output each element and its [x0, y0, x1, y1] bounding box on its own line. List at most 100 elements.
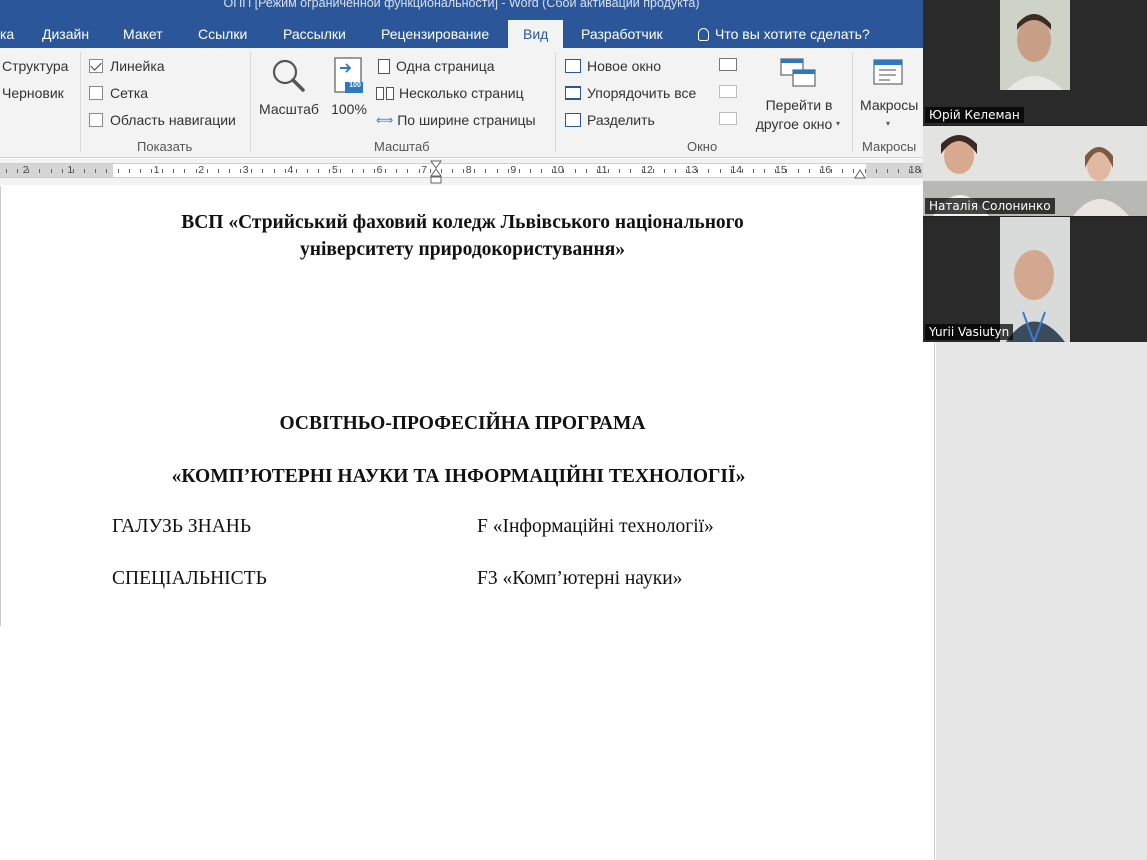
draft-view-button[interactable]: Черновик	[2, 83, 64, 103]
document-page[interactable]: ВСП «Стрийський фаховий коледж Львівсько…	[0, 186, 935, 860]
ruler-tick	[697, 169, 698, 173]
one-page-button[interactable]: Одна страница	[378, 56, 495, 76]
ruler-tick	[508, 169, 509, 173]
ruler-tick	[51, 169, 52, 173]
multiple-pages-label: Несколько страниц	[399, 85, 524, 101]
tab-mailings[interactable]: Рассылки	[283, 20, 346, 48]
ruler-tick	[831, 169, 832, 173]
arrange-all-label: Упорядочить все	[587, 85, 697, 101]
ruler-tick	[307, 169, 308, 173]
ruler-checkbox[interactable]: Линейка	[89, 56, 165, 76]
checkbox-checked-icon	[89, 59, 103, 73]
ruler-number: 16	[819, 164, 832, 176]
zoom-button-label: Масштаб	[259, 101, 319, 117]
reset-window-icon[interactable]	[719, 112, 737, 125]
macros-button[interactable]: Макросы ▾	[856, 52, 923, 134]
ruler-tick	[318, 169, 319, 173]
group-divider	[250, 52, 251, 152]
ruler-number: 6	[376, 164, 383, 176]
ruler-tick	[229, 169, 230, 173]
ruler-tick	[162, 169, 163, 173]
ruler-tick	[240, 169, 241, 173]
ruler-tick	[84, 169, 85, 173]
ruler-number: 10	[552, 164, 564, 176]
indent-marker-icon[interactable]	[430, 159, 442, 185]
ruler-tick	[887, 169, 888, 173]
word-title-bar: ОПП [Режим ограниченной функциональности…	[0, 0, 923, 48]
page-width-button[interactable]: ⟺ По ширине страницы	[376, 110, 536, 130]
one-page-icon	[378, 58, 390, 74]
horizontal-ruler[interactable]: 2 1 1 2 3 4 5 6 7 8 9 10 11 12 13 14 15 16 18	[0, 159, 923, 185]
ruler-tick	[876, 169, 877, 173]
one-page-label: Одна страница	[396, 58, 495, 74]
ruler-tick	[329, 169, 330, 173]
ruler-number: 3	[242, 164, 249, 176]
header-line-1: ВСП «Стрийський фаховий коледж Львівсько…	[181, 212, 744, 233]
tab-developer[interactable]: Разработчик	[581, 20, 663, 48]
group-divider	[80, 52, 81, 152]
ruler-tick	[106, 169, 107, 173]
split-button[interactable]: Разделить	[565, 110, 655, 130]
arrange-all-icon	[565, 86, 581, 100]
tab-review[interactable]: Рецензирование	[381, 20, 489, 48]
ruler-tick	[251, 169, 252, 173]
ruler-tick	[118, 169, 119, 173]
ruler-tick	[207, 169, 208, 173]
ruler-tick	[552, 169, 553, 173]
outline-view-button[interactable]: Структура	[2, 56, 68, 76]
program-name: «КОМП’ЮТЕРНІ НАУКИ ТА ІНФОРМАЦІЙНІ ТЕХНО…	[171, 466, 746, 487]
new-window-button[interactable]: Новое окно	[565, 56, 661, 76]
ruler-tick	[575, 169, 576, 173]
participant-tile[interactable]: Наталія Солонинко	[923, 126, 1147, 216]
sync-scroll-icon[interactable]	[719, 85, 737, 98]
specialty-label: СПЕЦІАЛЬНІСТЬ	[112, 568, 267, 589]
ruler-strip: 2 1 1 2 3 4 5 6 7 8 9 10 11 12 13 14 15 16 18	[0, 163, 923, 178]
ruler-tick	[653, 169, 654, 173]
group-divider	[555, 52, 556, 152]
grid-checkbox[interactable]: Сетка	[89, 83, 148, 103]
ruler-tick	[898, 169, 899, 173]
ruler-number: 15	[775, 164, 787, 176]
ruler-tick	[262, 169, 263, 173]
field-label: ГАЛУЗЬ ЗНАНЬ	[112, 516, 252, 537]
ruler-tick	[742, 169, 743, 173]
arrange-all-button[interactable]: Упорядочить все	[565, 83, 696, 103]
tell-me-box[interactable]: Что вы хотите сделать?	[698, 20, 870, 48]
ruler-tick	[731, 169, 732, 173]
ruler-number: 8	[465, 164, 472, 176]
multiple-pages-icon	[376, 86, 394, 100]
grid-checkbox-label: Сетка	[110, 85, 149, 101]
zoom-100-button[interactable]: 100 100%	[328, 52, 370, 132]
zoom-button[interactable]: Масштаб	[256, 52, 322, 132]
ruler-tick	[586, 169, 587, 173]
tab-view[interactable]: Вид	[508, 20, 564, 48]
checkbox-icon	[89, 86, 103, 100]
field-value: F «Інформаційні технології»	[477, 516, 714, 537]
checkbox-icon	[89, 113, 103, 127]
ruler-tick	[597, 169, 598, 173]
page-width-icon: ⟺	[376, 113, 394, 127]
new-window-icon	[565, 59, 581, 73]
ruler-tick	[396, 169, 397, 173]
participant-tile[interactable]: Yurii Vasiutyn	[923, 217, 1147, 342]
tab-design[interactable]: Дизайн	[42, 20, 89, 48]
tab-layout[interactable]: Макет	[123, 20, 163, 48]
nav-pane-checkbox[interactable]: Область навигации	[89, 110, 236, 130]
ruler-tick	[296, 169, 297, 173]
ruler-tick	[6, 169, 7, 173]
video-call-panel: Юрій Келеман Наталія Солонинко Yurii Vas…	[923, 0, 1147, 342]
switch-windows-icon	[780, 58, 816, 87]
ruler-tick	[285, 169, 286, 173]
tab-partial[interactable]: ка	[0, 20, 14, 48]
tab-references[interactable]: Ссылки	[198, 20, 247, 48]
side-by-side-icon[interactable]	[719, 58, 737, 71]
ruler-tick	[541, 169, 542, 173]
ruler-tick	[218, 169, 219, 173]
ruler-tick	[798, 169, 799, 173]
multiple-pages-button[interactable]: Несколько страниц	[376, 83, 524, 103]
ruler-tick	[452, 169, 453, 173]
ruler-tick	[173, 169, 174, 173]
right-indent-marker-icon[interactable]	[854, 167, 866, 179]
switch-window-button[interactable]: Перейти в другое окно ▾	[750, 52, 848, 134]
participant-tile[interactable]: Юрій Келеман	[923, 0, 1147, 125]
